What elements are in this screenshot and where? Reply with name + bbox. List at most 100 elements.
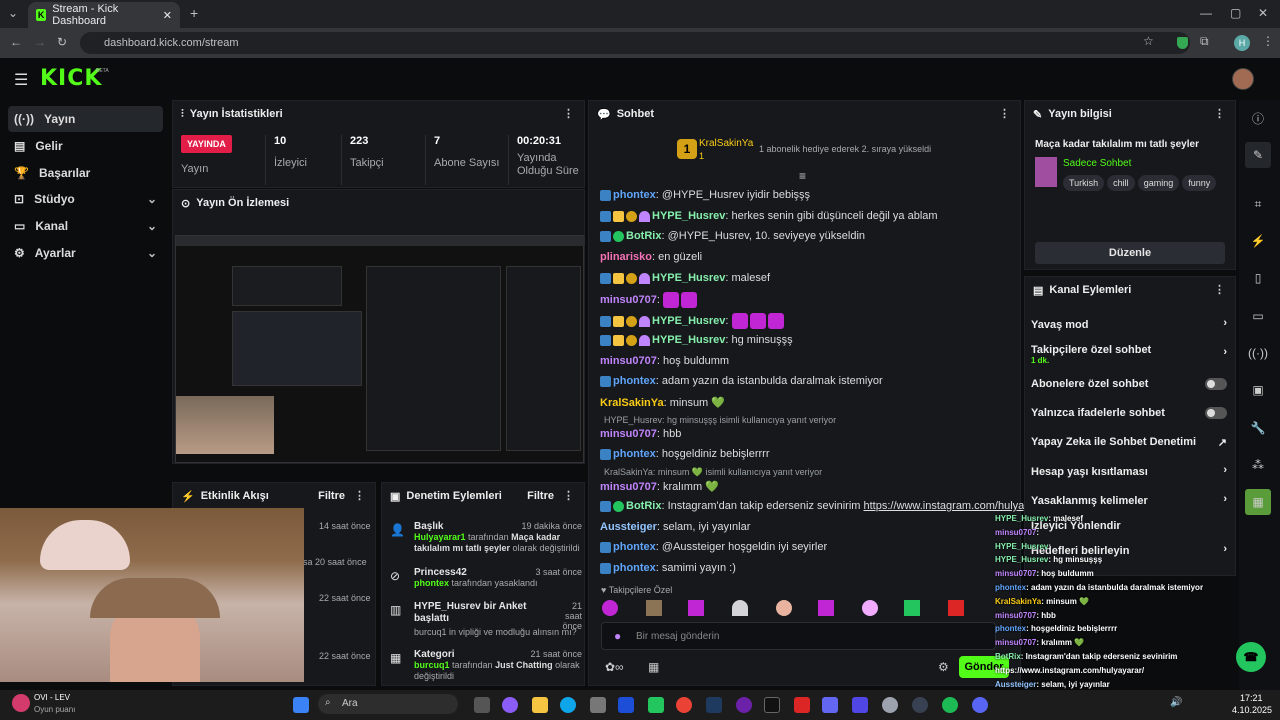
chat-username[interactable]: KralSakinYa: [600, 397, 664, 409]
store-icon[interactable]: ▦: [648, 660, 659, 674]
extensions-icon[interactable]: ⧉: [1200, 34, 1209, 49]
tab-close-icon[interactable]: ✕: [163, 9, 172, 22]
more-icon[interactable]: ⋮: [999, 107, 1010, 120]
tab-list-icon[interactable]: ⌄: [8, 6, 18, 20]
chat-username[interactable]: Aussteiger: [600, 521, 657, 533]
discord-icon[interactable]: [972, 697, 988, 713]
obs-icon[interactable]: [736, 697, 752, 713]
chat-settings-icon[interactable]: ⚙: [938, 660, 949, 674]
chat-username[interactable]: minsu0707: [600, 481, 657, 493]
browser-menu-icon[interactable]: ⋮: [1262, 34, 1274, 48]
taskbar-search[interactable]: Ara: [318, 694, 458, 714]
back-icon[interactable]: ←: [10, 35, 22, 49]
emote-icon[interactable]: [646, 600, 662, 616]
chat-rail-icon[interactable]: ▭: [1245, 303, 1271, 329]
sidebar-item-kanal[interactable]: ▭ Kanal ⌄: [8, 213, 163, 239]
more-icon[interactable]: ⋮: [354, 489, 365, 502]
chat-input[interactable]: ● Bir mesaj gönderin: [601, 622, 996, 650]
chat-username[interactable]: HYPE_Husrev: [652, 315, 725, 327]
edit-button[interactable]: Düzenle: [1035, 242, 1225, 264]
close-window-icon[interactable]: ✕: [1258, 6, 1268, 20]
emote-icon[interactable]: [948, 600, 964, 616]
chat-username[interactable]: plinarisko: [600, 251, 652, 263]
epic-icon[interactable]: [764, 697, 780, 713]
people-icon[interactable]: ⁂: [1245, 452, 1271, 478]
app-icon[interactable]: [852, 697, 868, 713]
tag[interactable]: chill: [1107, 175, 1135, 191]
emote-icon[interactable]: [904, 600, 920, 616]
chat-username[interactable]: HYPE_Husrev: [652, 210, 725, 222]
spotify-icon[interactable]: [942, 697, 958, 713]
maximize-icon[interactable]: ▢: [1230, 6, 1241, 20]
shield-rail-icon[interactable]: ▣: [1245, 377, 1271, 403]
chat-username[interactable]: BotRix: [626, 230, 661, 242]
edit-info-icon[interactable]: ✎: [1245, 142, 1271, 168]
emote-picker-icon[interactable]: ✿∞: [605, 660, 624, 674]
edge-icon[interactable]: [560, 697, 576, 713]
app-rail-icon[interactable]: ▦: [1245, 489, 1271, 515]
store-taskbar-icon[interactable]: [590, 697, 606, 713]
chat-username[interactable]: HYPE_Husrev: [652, 272, 725, 284]
hamburger-menu-icon[interactable]: ☰: [14, 70, 28, 90]
emote-icon[interactable]: [681, 292, 697, 308]
tag[interactable]: funny: [1182, 175, 1217, 191]
mod-user[interactable]: phontex: [414, 578, 449, 588]
info-icon[interactable]: ⓘ: [1245, 105, 1271, 131]
app-icon[interactable]: [882, 697, 898, 713]
forward-icon[interactable]: →: [34, 35, 46, 49]
more-icon[interactable]: ⋮: [1214, 283, 1225, 296]
emote-icon[interactable]: [767, 313, 784, 329]
reload-icon[interactable]: ↻: [57, 35, 67, 49]
ai-moderation-item[interactable]: Yapay Zeka ile Sohbet Denetimi ↗: [1031, 436, 1227, 449]
tag[interactable]: Turkish: [1063, 175, 1105, 191]
media-thumbnail-icon[interactable]: [12, 694, 30, 712]
mod-user[interactable]: burcuq1: [414, 660, 450, 670]
video-app-icon[interactable]: [794, 697, 810, 713]
chat-username[interactable]: minsu0707: [600, 428, 657, 440]
app-icon[interactable]: [822, 697, 838, 713]
chat-username[interactable]: HYPE_Husrev: [652, 334, 725, 346]
windows-start-icon[interactable]: [293, 697, 309, 713]
emote-icon[interactable]: [688, 600, 704, 616]
collapse-pin-icon[interactable]: ≡: [799, 169, 806, 183]
steam-icon[interactable]: [706, 697, 722, 713]
app-icon[interactable]: [912, 697, 928, 713]
lightning-rail-icon[interactable]: ⚡: [1245, 228, 1271, 254]
banned-words-item[interactable]: Yasaklanmış kelimeler ›: [1031, 493, 1227, 507]
emote-icon[interactable]: [862, 600, 878, 616]
more-icon[interactable]: ⋮: [563, 489, 574, 502]
subs-only-toggle[interactable]: [1205, 378, 1227, 390]
sidebar-item-ayarlar[interactable]: ⚙ Ayarlar ⌄: [8, 240, 163, 266]
chat-username[interactable]: minsu0707: [600, 294, 657, 306]
mic-icon[interactable]: ●: [614, 629, 621, 643]
clip-icon[interactable]: ⌗: [1245, 191, 1271, 217]
broadcast-rail-icon[interactable]: ((·)): [1245, 340, 1271, 366]
sound-icon[interactable]: 🔊: [1170, 697, 1182, 708]
more-icon[interactable]: ⋮: [1214, 107, 1225, 120]
chat-username[interactable]: phontex: [613, 189, 656, 201]
kick-logo[interactable]: KICK: [40, 66, 102, 91]
chat-username[interactable]: BotRix: [626, 500, 661, 512]
followers-only-item[interactable]: Takipçilere özel sohbet 1 dk. ›: [1031, 344, 1227, 365]
mod-user[interactable]: Hulyayarar1: [414, 532, 466, 542]
copilot-icon[interactable]: [502, 697, 518, 713]
profile-avatar[interactable]: H: [1234, 35, 1250, 51]
new-tab-icon[interactable]: +: [190, 5, 198, 21]
chat-username[interactable]: phontex: [613, 448, 656, 460]
task-view-icon[interactable]: [474, 697, 490, 713]
sidebar-item-yayin[interactable]: ((·)) Yayın: [8, 106, 163, 132]
slow-mode-item[interactable]: Yavaş mod ›: [1031, 317, 1227, 331]
emote-icon[interactable]: [602, 600, 618, 616]
filter-button[interactable]: Filtre: [527, 490, 554, 502]
bookmark-star-icon[interactable]: ☆: [1143, 34, 1154, 48]
tag[interactable]: gaming: [1137, 175, 1180, 191]
account-age-item[interactable]: Hesap yaşı kısıtlaması ›: [1031, 464, 1227, 478]
emote-icon[interactable]: [732, 600, 748, 616]
chat-username[interactable]: phontex: [613, 562, 656, 574]
wrench-icon[interactable]: 🔧: [1245, 415, 1271, 441]
category-name[interactable]: Sadece Sohbet: [1063, 158, 1131, 169]
pinned-username[interactable]: KralSakinYa: [699, 138, 753, 149]
emote-only-toggle[interactable]: [1205, 407, 1227, 419]
emote-icon[interactable]: [818, 600, 834, 616]
chat-username[interactable]: minsu0707: [600, 355, 657, 367]
